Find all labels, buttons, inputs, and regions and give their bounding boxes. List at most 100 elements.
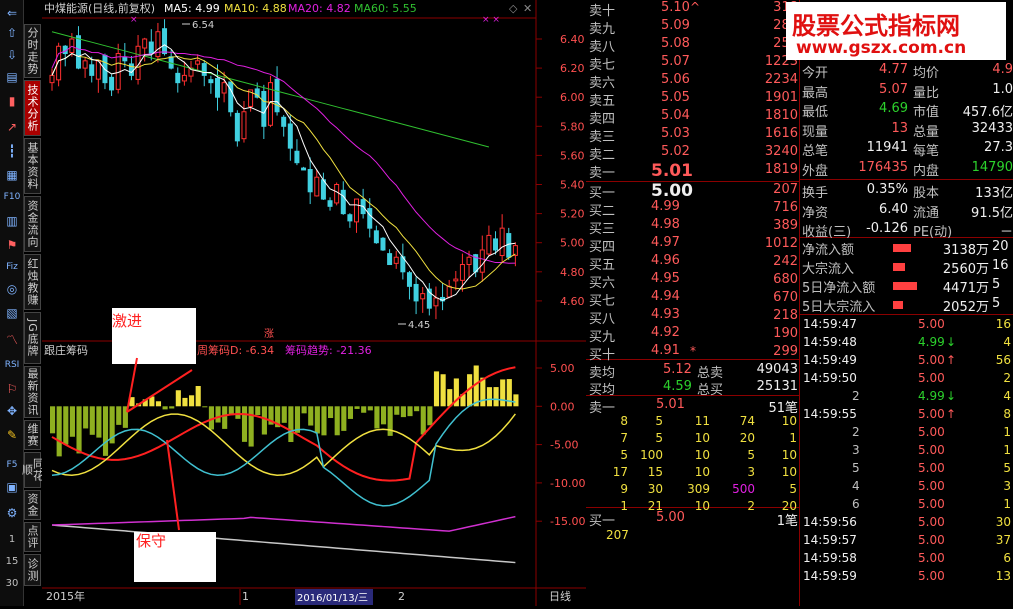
move-icon[interactable]: ✥: [1, 402, 23, 420]
buy-level-price: 4.96: [651, 253, 680, 268]
stat-label: 换手: [802, 186, 829, 201]
buy-level-volume: 299: [773, 344, 798, 359]
f10-icon[interactable]: F10: [1, 188, 23, 206]
tick-volume: 5: [1003, 461, 1011, 475]
f5-icon[interactable]: F5: [1, 456, 23, 474]
kline-chart[interactable]: 中煤能源(日线,前复权) MA5: 4.99 MA10: 4.88 MA20: …: [42, 0, 586, 606]
stat-value: 5.07: [879, 81, 908, 97]
stat-label-2: 股本: [913, 186, 940, 201]
close-icon[interactable]: ✕: [523, 2, 532, 15]
period-15[interactable]: 15: [1, 552, 23, 570]
tab-fund[interactable]: 资金: [24, 490, 41, 520]
label-conservative: 保守: [136, 532, 166, 550]
ma5-label: MA5: 4.99: [164, 2, 220, 15]
sell-level-volume: 1819: [764, 162, 798, 177]
tab-fund-flow[interactable]: 资金流向: [24, 196, 41, 252]
flow-bar: [893, 301, 903, 309]
line-chart-icon[interactable]: 〽: [1, 330, 23, 348]
period-1[interactable]: 1: [1, 530, 23, 548]
indicator-value-1: 周筹码D: -6.34: [197, 343, 274, 357]
sell-level-price: 5.01: [651, 161, 693, 181]
tab-intraday[interactable]: 分时走势: [24, 24, 41, 78]
tab-review[interactable]: 点评: [24, 522, 41, 552]
stat-value-2: 27.3: [984, 140, 1013, 155]
total-volume: 25131: [756, 379, 798, 394]
arrow-left-icon[interactable]: ⇐: [1, 4, 23, 22]
rsi-icon[interactable]: RSI: [1, 356, 23, 374]
buy-level-volume: 670: [773, 290, 798, 305]
ring-icon[interactable]: ◎: [1, 280, 23, 298]
arrow-down-icon[interactable]: ⇩: [1, 46, 23, 64]
axis-month-1: 1: [242, 590, 249, 603]
buy-level-name: 买八: [589, 312, 616, 327]
tab-diagnose[interactable]: 诊测: [24, 554, 41, 586]
flag-icon[interactable]: ⚑: [1, 236, 23, 254]
queue-cell: 5: [789, 482, 797, 496]
arrow-up-icon[interactable]: ⇧: [1, 24, 23, 42]
stat-label: 外盘: [802, 163, 829, 179]
tick-time: 14:59:49: [803, 353, 857, 367]
flow-pct: 16: [992, 258, 1009, 273]
tab-technical[interactable]: 技术分析: [24, 80, 41, 136]
tick-price: 5.00: [918, 443, 945, 457]
queue-sell1-name: 卖一: [589, 401, 616, 416]
tab-weisai[interactable]: 维赛: [24, 420, 41, 450]
tick-time: 14:59:47: [803, 317, 857, 331]
queue-cell: 20: [739, 431, 755, 445]
trend-icon[interactable]: ↗: [1, 118, 23, 136]
tab-ths[interactable]: 同花顺: [21, 452, 45, 488]
tick-price: 5.00: [918, 371, 945, 385]
bell-icon[interactable]: ⚐: [1, 380, 23, 398]
settings-icon[interactable]: ⚙: [1, 504, 23, 522]
tick-time: 5: [852, 461, 860, 475]
queue-cell: 17: [612, 465, 628, 479]
buy-level-name: 买七: [589, 294, 616, 309]
indicator-tick-label: -10.00: [550, 477, 585, 490]
indicator-tick-label: -5.00: [550, 439, 578, 452]
pencil-icon[interactable]: ✎: [1, 426, 23, 444]
stat-label: 最低: [802, 105, 829, 120]
tick-price: 5.00: [918, 407, 945, 421]
tab-news[interactable]: 最新资讯: [24, 366, 41, 418]
buy-level-name: 买四: [589, 240, 616, 255]
stat-value: 11941: [866, 140, 908, 155]
avg-label: 买均: [589, 383, 616, 398]
stat-value-2: 4.9: [992, 62, 1013, 77]
indicator-tick-label: -15.00: [550, 515, 585, 528]
fiz-icon[interactable]: Fiz: [1, 258, 23, 276]
candle-icon[interactable]: ┇: [1, 142, 23, 160]
chart-area[interactable]: 中煤能源(日线,前复权) MA5: 4.99 MA10: 4.88 MA20: …: [42, 0, 586, 606]
list-icon[interactable]: ▤: [1, 68, 23, 86]
tick-time: 2: [852, 389, 860, 403]
sell-level-name: 卖三: [589, 130, 616, 145]
diamond-icon[interactable]: ◇: [509, 2, 518, 15]
sell-level-volume: 1901: [764, 90, 798, 105]
volume-icon[interactable]: ▧: [1, 304, 23, 322]
tick-volume: 6: [1003, 551, 1011, 565]
kline-icon[interactable]: ▮: [1, 92, 23, 110]
queue-cell: 7: [620, 431, 628, 445]
sell-level-volume: 3240: [764, 144, 798, 159]
buy-level-price: 4.91: [651, 343, 680, 358]
axis-month-2: 2: [398, 590, 405, 603]
tab-candle-teach[interactable]: 红烛教赚: [24, 254, 41, 310]
period-30[interactable]: 30: [1, 574, 23, 592]
report-icon[interactable]: ▦: [1, 166, 23, 184]
tab-jg[interactable]: JG底牌: [24, 312, 41, 364]
arrow-down-icon: ↓: [946, 335, 957, 349]
queue-cell: 5: [655, 414, 663, 428]
tab-profile[interactable]: 基本资料: [24, 138, 41, 194]
stat-value: 0.35%: [866, 182, 908, 197]
queue-cell: 3: [747, 465, 755, 479]
tick-time: 3: [852, 443, 860, 457]
chart-icon[interactable]: ▥: [1, 212, 23, 230]
price-tick-label: 5.80: [560, 120, 585, 133]
window-icon[interactable]: ▣: [1, 478, 23, 496]
tick-time: 2: [852, 425, 860, 439]
queue-cell: 9: [620, 482, 628, 496]
tick-time: 14:59:48: [803, 335, 857, 349]
buy-level-name: 买三: [589, 222, 616, 237]
buy-level-price: 5.00: [651, 181, 693, 201]
period-label[interactable]: 日线: [549, 589, 571, 603]
tick-price: 5.00: [918, 425, 945, 439]
